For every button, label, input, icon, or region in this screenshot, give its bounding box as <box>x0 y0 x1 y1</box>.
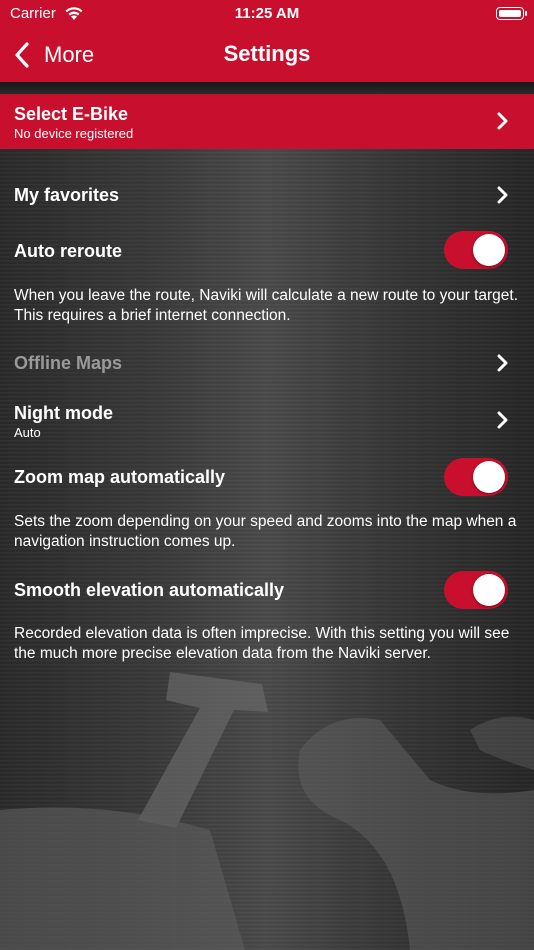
select-ebike-label: Select E-Bike <box>14 104 129 124</box>
smooth-elevation-toggle[interactable] <box>444 571 508 609</box>
zoom-map-row: Zoom map automatically <box>0 452 534 502</box>
offline-maps-label: Offline Maps <box>14 353 123 373</box>
page-title: Settings <box>223 41 311 66</box>
auto-reroute-description: When you leave the route, Naviki will ca… <box>14 287 519 324</box>
header-bar: Carrier 11:25 AM More Settings <box>0 0 534 82</box>
select-ebike-row[interactable]: Select E-Bike No device registered <box>0 94 534 149</box>
chevron-right-icon <box>497 112 508 130</box>
navigation-bar: More Settings <box>0 28 534 82</box>
status-time: 11:25 AM <box>234 5 300 22</box>
battery-icon <box>496 7 527 20</box>
chevron-right-icon <box>497 411 508 429</box>
auto-reroute-row: Auto reroute <box>0 226 534 276</box>
night-mode-label: Night mode <box>14 403 113 423</box>
chevron-right-icon <box>497 186 508 204</box>
zoom-map-description: Sets the zoom depending on your speed an… <box>14 513 517 550</box>
night-mode-value: Auto <box>14 425 41 440</box>
chevron-right-icon <box>497 354 508 372</box>
favorites-row[interactable]: My favorites <box>0 170 534 218</box>
zoom-map-label: Zoom map automatically <box>14 467 226 487</box>
zoom-map-toggle[interactable] <box>444 458 508 496</box>
auto-reroute-label: Auto reroute <box>14 241 122 261</box>
select-ebike-status: No device registered <box>14 126 134 141</box>
auto-reroute-toggle[interactable] <box>444 231 508 269</box>
smooth-elevation-row: Smooth elevation automatically <box>0 565 534 615</box>
favorites-label: My favorites <box>14 185 120 205</box>
tools-background-graphic <box>0 672 534 950</box>
divider <box>0 82 534 94</box>
night-mode-row[interactable]: Night mode Auto <box>0 396 534 448</box>
status-bar: Carrier 11:25 AM <box>0 0 534 28</box>
smooth-elevation-label: Smooth elevation automatically <box>14 580 285 600</box>
offline-maps-row[interactable]: Offline Maps <box>0 340 534 388</box>
